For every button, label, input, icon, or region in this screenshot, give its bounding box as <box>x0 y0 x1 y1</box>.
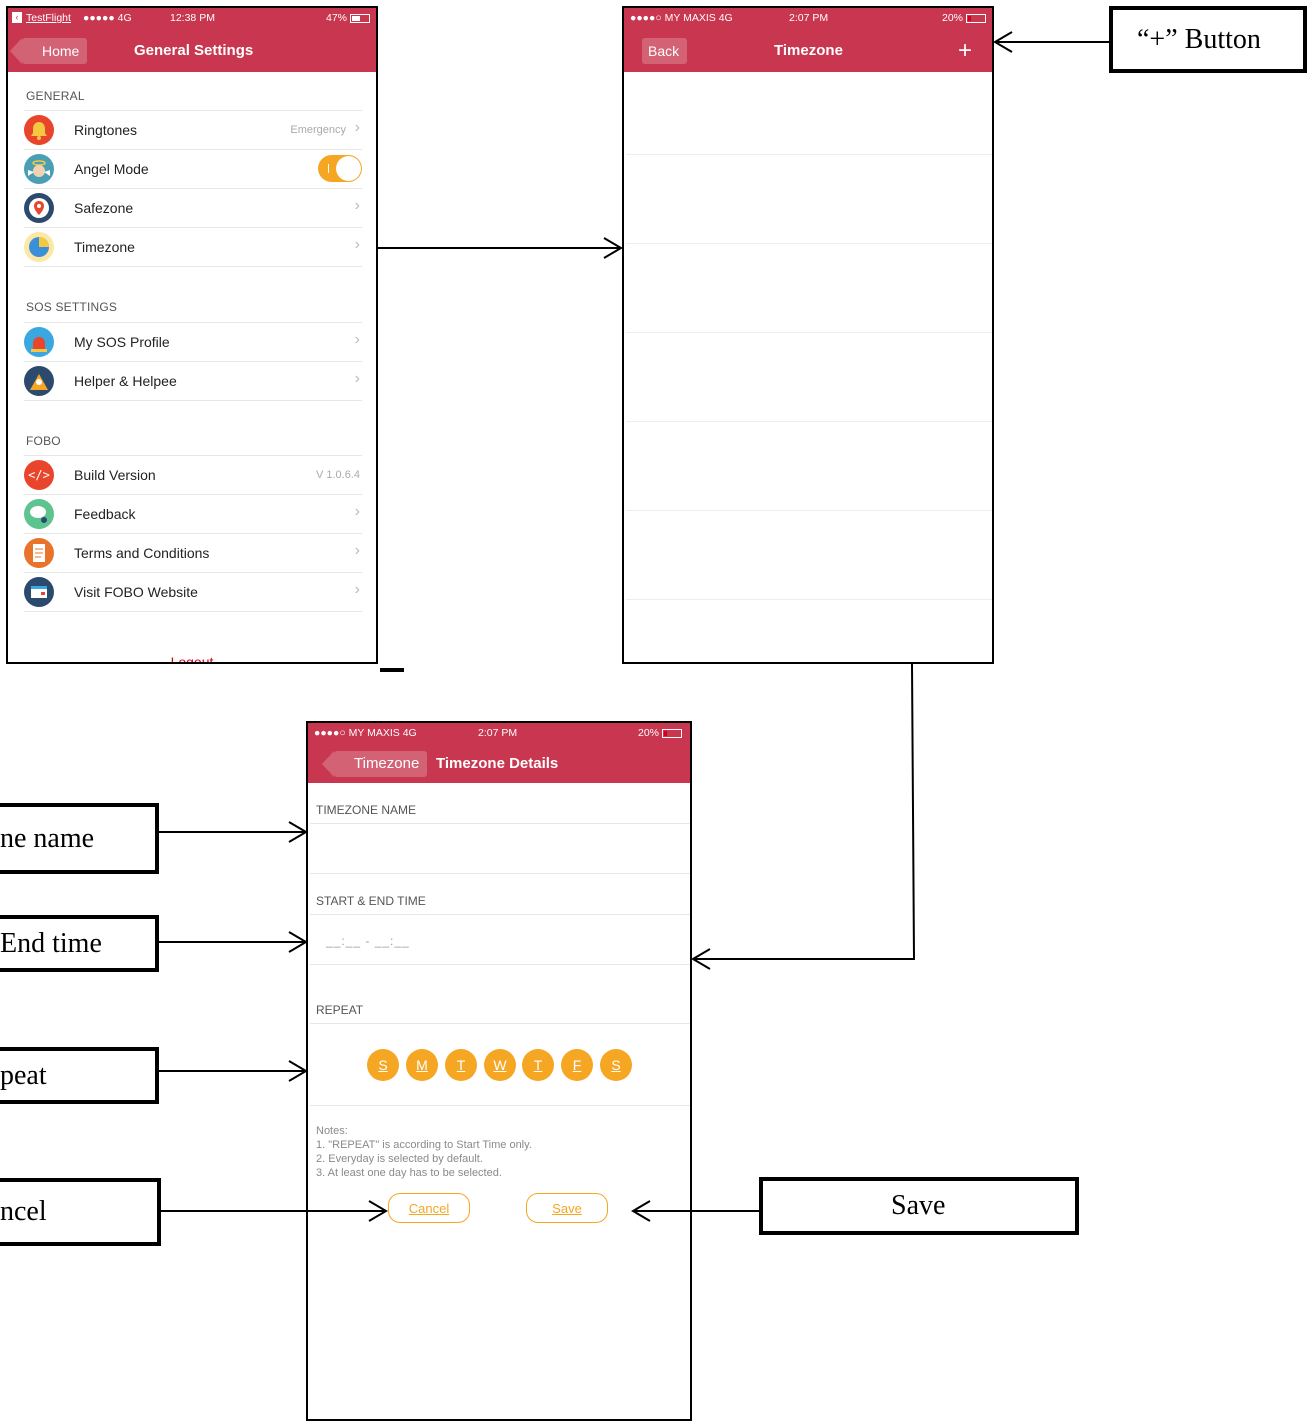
annotation-arrows <box>159 31 1109 1222</box>
